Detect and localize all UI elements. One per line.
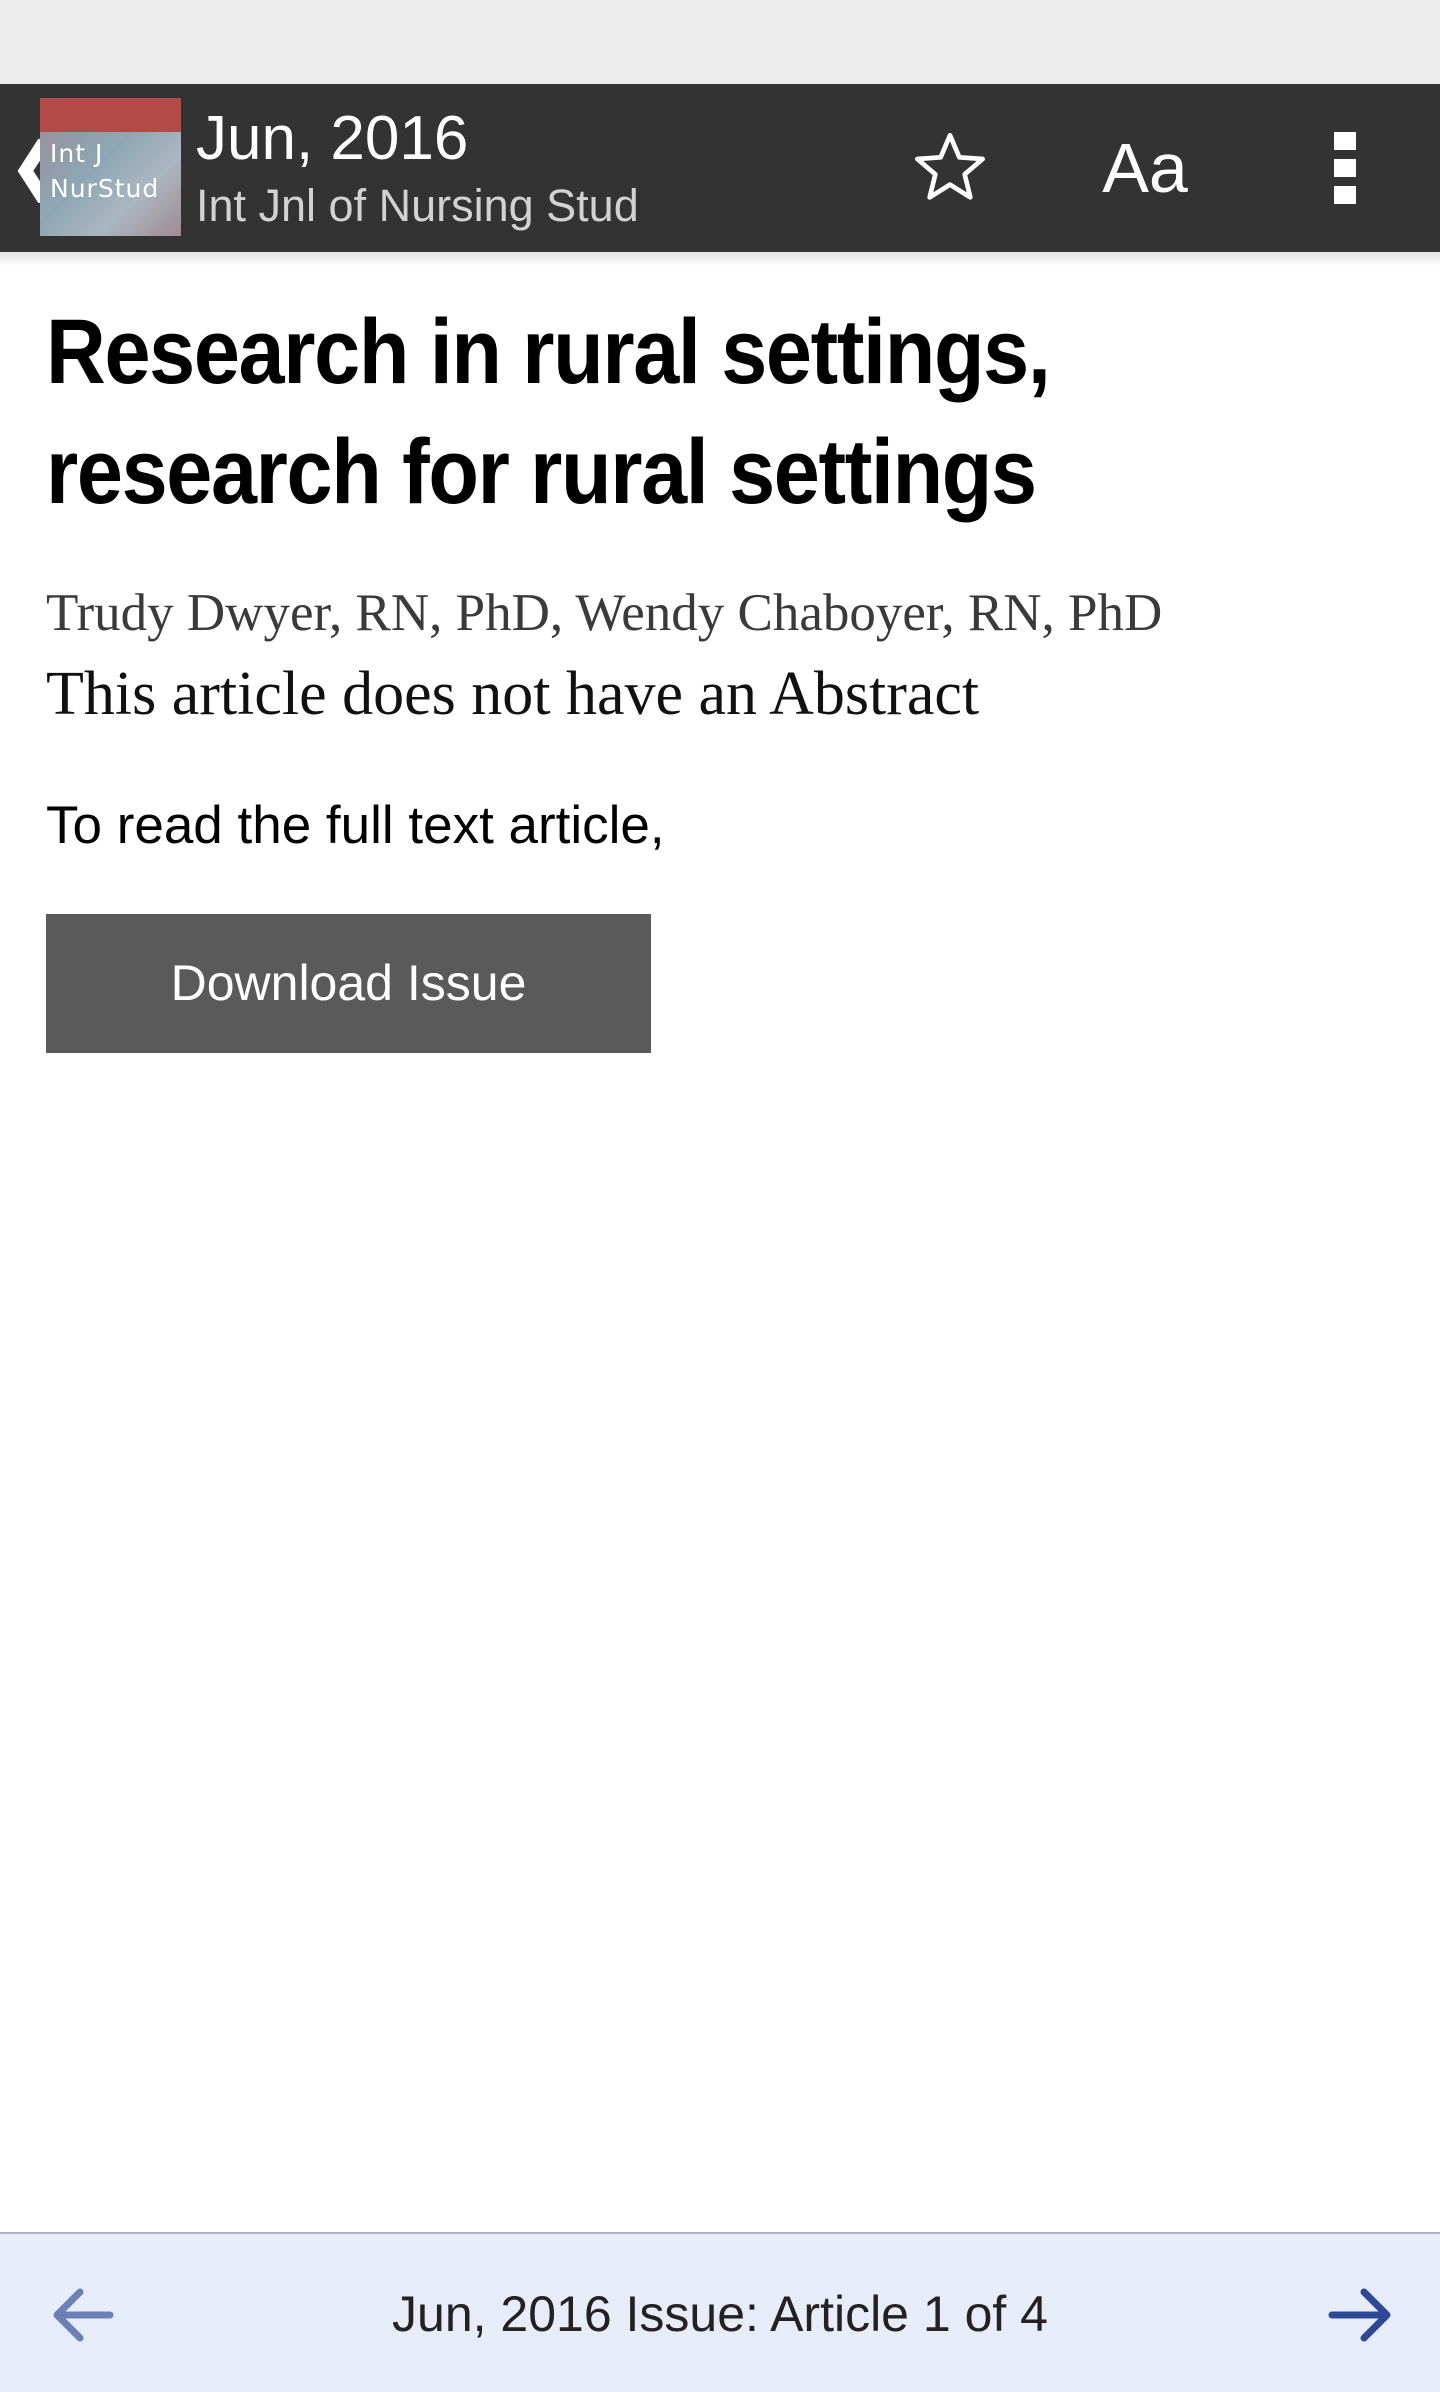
abstract-note: This article does not have an Abstract — [46, 660, 980, 728]
font-size-button[interactable]: Aa — [1080, 84, 1210, 252]
bookmark-button[interactable] — [880, 84, 1020, 252]
journal-name: Int Jnl of Nursing Stud — [196, 180, 639, 231]
article-authors: Trudy Dwyer, RN, PhD, Wendy Chaboyer, RN… — [46, 584, 1163, 642]
arrow-right-icon — [1328, 2288, 1391, 2342]
article-title: Research in rural settings, research for… — [46, 301, 1051, 523]
issue-date: Jun, 2016 — [196, 104, 469, 173]
article-position-status: Jun, 2016 Issue: Article 1 of 4 — [392, 2286, 1048, 2342]
font-size-icon: Aa — [1102, 129, 1188, 207]
more-vertical-icon — [1334, 132, 1356, 204]
journal-cover-thumbnail: Int J NurStud — [40, 98, 181, 236]
star-outline-icon — [915, 133, 985, 200]
status-bar — [0, 0, 1440, 84]
previous-article-button[interactable] — [40, 2270, 130, 2360]
article-navigation-bar: Jun, 2016 Issue: Article 1 of 4 — [0, 2232, 1440, 2392]
back-button[interactable]: ❮ Int J NurStud — [0, 84, 182, 252]
overflow-menu-button[interactable] — [1300, 84, 1390, 252]
thumbnail-band — [40, 98, 181, 132]
arrow-left-icon — [53, 2288, 114, 2342]
thumbnail-text: Int J NurStud — [50, 139, 160, 203]
download-issue-button[interactable]: Download Issue — [46, 914, 651, 1053]
read-prompt: To read the full text article, — [46, 796, 665, 855]
app-bar-shadow — [0, 252, 1440, 266]
next-article-button[interactable] — [1314, 2270, 1404, 2360]
